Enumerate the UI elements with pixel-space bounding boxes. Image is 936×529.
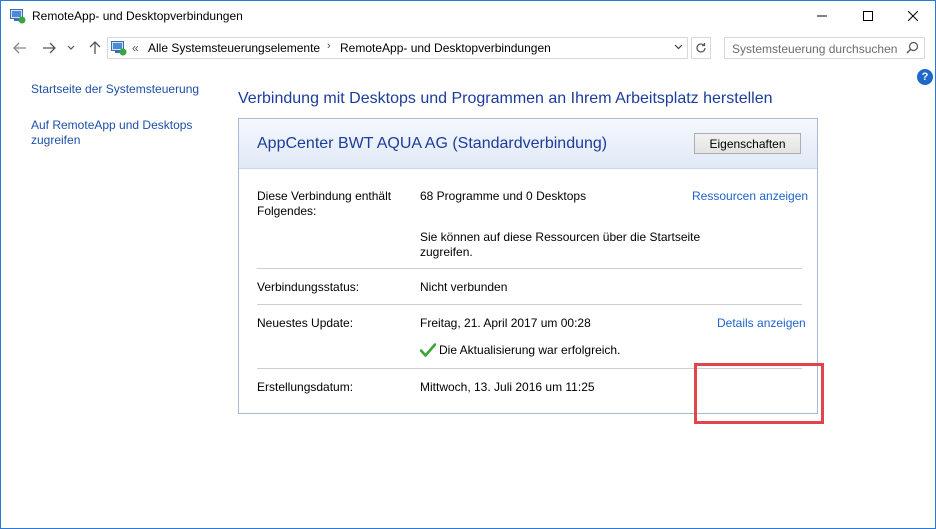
minimize-icon <box>817 15 827 17</box>
page-heading: Verbindung mit Desktops und Programmen a… <box>238 90 773 107</box>
connection-name: AppCenter BWT AQUA AG (Standardverbindun… <box>257 135 608 152</box>
contents-note: Sie können auf diese Ressourcen über die… <box>420 230 701 259</box>
control-panel-window: RemoteApp- und Desktopverbindungen « All… <box>0 0 936 529</box>
created-label: Erstellungsdatum: <box>257 380 354 394</box>
refresh-icon <box>696 43 706 53</box>
connection-header: AppCenter BWT AQUA AG (Standardverbindun… <box>239 119 817 169</box>
status-label: Verbindungsstatus: <box>257 280 360 294</box>
close-button[interactable] <box>890 1 936 31</box>
remoteapp-icon <box>10 9 26 24</box>
up-button[interactable] <box>85 39 105 57</box>
status-value: Nicht verbunden <box>420 280 508 294</box>
row-divider <box>257 304 802 305</box>
title-bar: RemoteApp- und Desktopverbindungen <box>1 1 935 32</box>
checkmark-icon <box>420 343 436 357</box>
chevron-down-icon <box>674 44 682 50</box>
sidebar-item-control-panel-home[interactable]: Startseite der Systemsteuerung <box>31 82 211 97</box>
contents-value: 68 Programme und 0 Desktops <box>420 189 587 203</box>
breadcrumb-overflow[interactable]: « <box>132 41 139 55</box>
minimize-button[interactable] <box>799 1 845 31</box>
remoteapp-icon <box>111 41 127 56</box>
refresh-button[interactable] <box>691 37 711 59</box>
sidebar-item-access-remoteapp[interactable]: Auf RemoteApp und Desktops zugreifen <box>31 118 201 148</box>
back-button[interactable] <box>10 39 30 57</box>
properties-button[interactable]: Eigenschaften <box>694 133 801 154</box>
forward-button[interactable] <box>39 39 59 57</box>
arrow-right-icon <box>43 42 56 54</box>
search-placeholder: Systemsteuerung durchsuchen <box>732 42 898 56</box>
address-bar[interactable]: « Alle Systemsteuerungselemente › Remote… <box>107 37 688 59</box>
recent-locations-button[interactable] <box>64 39 78 57</box>
breadcrumb-separator-icon[interactable]: › <box>327 40 331 52</box>
highlight-annotation-box <box>694 363 824 424</box>
breadcrumb-all-items[interactable]: Alle Systemsteuerungselemente <box>148 41 320 55</box>
update-result: Die Aktualisierung war erfolgreich. <box>439 343 621 357</box>
close-icon <box>908 11 918 21</box>
maximize-icon <box>863 11 873 21</box>
show-details-link[interactable]: Details anzeigen <box>717 316 806 331</box>
maximize-button[interactable] <box>845 1 891 31</box>
row-divider <box>257 268 802 269</box>
window-title: RemoteApp- und Desktopverbindungen <box>32 9 243 23</box>
chevron-down-icon <box>67 45 75 50</box>
breadcrumb-remoteapp[interactable]: RemoteApp- und Desktopverbindungen <box>340 41 551 55</box>
arrow-up-icon <box>89 41 101 54</box>
show-resources-link[interactable]: Ressourcen anzeigen <box>692 189 808 204</box>
search-icon <box>906 41 919 54</box>
update-value: Freitag, 21. April 2017 um 00:28 <box>420 316 591 330</box>
contents-label: Diese Verbindung enthält Folgendes: <box>257 189 392 218</box>
address-dropdown-button[interactable] <box>669 37 687 57</box>
search-input[interactable]: Systemsteuerung durchsuchen <box>724 37 925 59</box>
created-value: Mittwoch, 13. Juli 2016 um 11:25 <box>420 380 595 394</box>
arrow-left-icon <box>13 42 26 54</box>
help-icon[interactable]: ? <box>917 69 933 85</box>
update-label: Neuestes Update: <box>257 316 354 330</box>
